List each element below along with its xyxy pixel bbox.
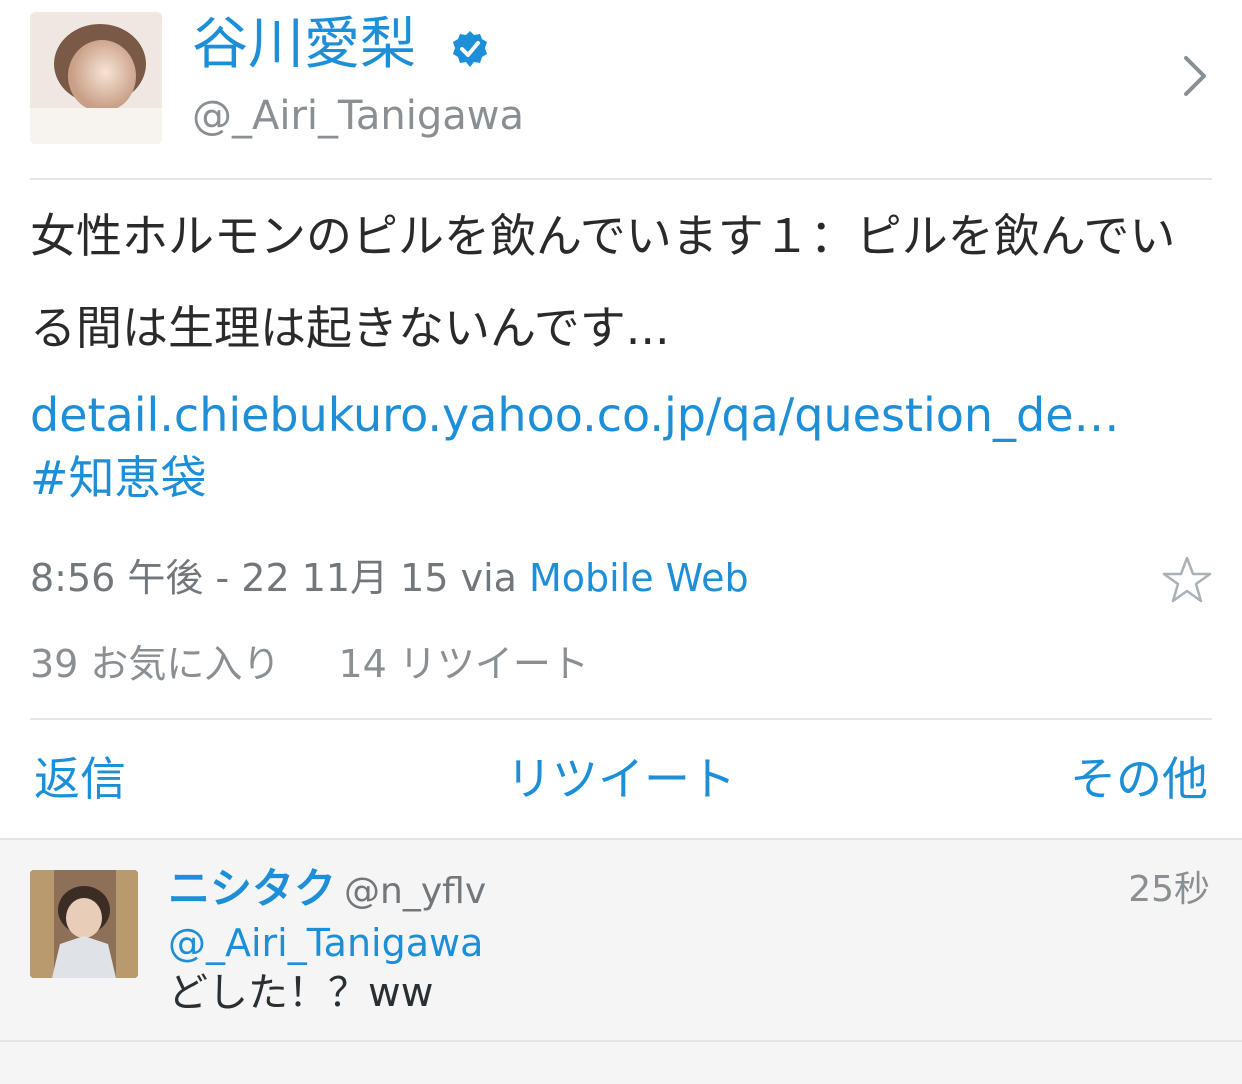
author-avatar[interactable] (30, 12, 162, 144)
tweet-actions-bar: 返信 リツイート その他 (30, 744, 1212, 814)
retweet-button[interactable]: リツイート (506, 744, 736, 814)
reply-avatar[interactable] (30, 870, 138, 978)
author-display-name[interactable]: 谷川愛梨 (192, 10, 416, 80)
retweets-count[interactable]: 14 リツイート (338, 642, 588, 686)
via-client-link[interactable]: Mobile Web (529, 556, 749, 600)
reply-mention[interactable]: @_Airi_Tanigawa (168, 916, 483, 970)
tweet-timestamp: 8:56 午後 - 22 11月 15 via (30, 556, 529, 600)
tweet-text: 女性ホルモンのピルを飲んでいます１：ピルを飲んでいる間は生理は起きないんです..… (30, 209, 1176, 355)
reply-time: 25秒 (1128, 869, 1210, 910)
reply-display-name[interactable]: ニシタク (168, 864, 336, 913)
reply-author: ニシタク @n_yflv (168, 860, 486, 921)
more-button[interactable]: その他 (1070, 744, 1208, 814)
reply-username[interactable]: @n_yflv (344, 871, 486, 912)
tweet-link[interactable]: detail.chiebukuro.yahoo.co.jp/qa/questio… (30, 380, 1230, 450)
favorites-count[interactable]: 39 お気に入り (30, 642, 280, 686)
chevron-right-icon[interactable] (1178, 54, 1212, 98)
divider (30, 178, 1212, 180)
tweet-stats: 39 お気に入り 14 リツイート (30, 636, 647, 692)
tweet-hashtag[interactable]: #知恵袋 (30, 444, 207, 512)
verified-badge-icon (451, 30, 489, 68)
reply-button[interactable]: 返信 (34, 744, 126, 814)
star-icon[interactable] (1160, 554, 1214, 608)
reply-text: どした！？ww (168, 970, 434, 1016)
author-username[interactable]: @_Airi_Tanigawa (192, 88, 524, 144)
divider (0, 1040, 1242, 1042)
divider (30, 718, 1212, 720)
tweet-meta: 8:56 午後 - 22 11月 15 via Mobile Web (30, 550, 749, 606)
